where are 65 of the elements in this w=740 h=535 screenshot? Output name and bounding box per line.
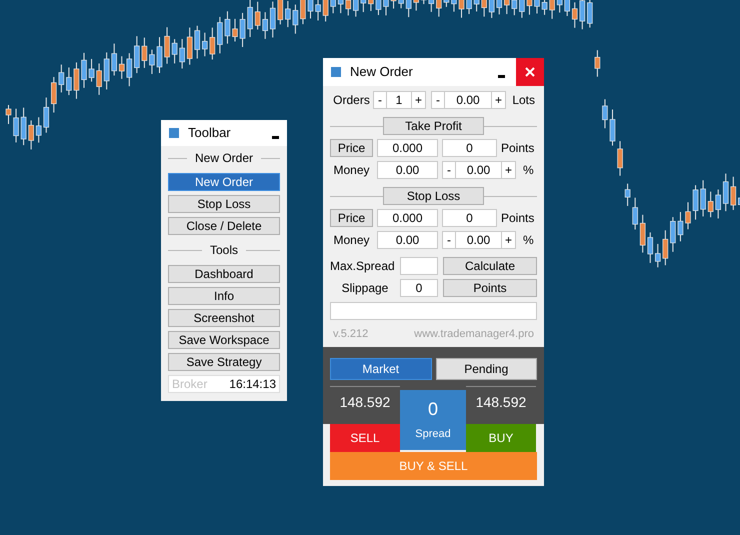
toolbar-button[interactable]: Save Workspace	[168, 331, 280, 349]
sell-button[interactable]: SELL	[330, 424, 400, 452]
money-label: Money	[332, 162, 371, 179]
value-field[interactable]: 0.00	[445, 91, 491, 109]
minimize-icon[interactable]	[272, 136, 279, 138]
money-field[interactable]: 0.00	[377, 231, 438, 249]
plus-button[interactable]: +	[501, 231, 516, 249]
points-label: Points	[501, 210, 534, 227]
value-field[interactable]: 0.00	[456, 161, 501, 179]
max-spread-label: Max.Spread	[330, 258, 396, 275]
price-field[interactable]: 0.000	[377, 209, 438, 227]
slippage-label: Slippage	[340, 280, 390, 297]
points-field[interactable]: 0	[442, 139, 497, 157]
comment-field[interactable]	[330, 302, 537, 320]
orders-label: Orders	[332, 92, 371, 109]
toolbar-button[interactable]: Screenshot	[168, 309, 280, 327]
value-field[interactable]: 0.00	[456, 231, 501, 249]
points-label: Points	[501, 140, 534, 157]
window-title: Toolbar	[188, 124, 231, 142]
plus-button[interactable]: +	[501, 161, 516, 179]
plus-button[interactable]: +	[411, 91, 426, 109]
close-button[interactable]	[516, 58, 544, 86]
time-text: 16:14:13	[229, 376, 276, 393]
toolbar-button[interactable]: Info	[168, 287, 280, 305]
toolbar-button[interactable]: Save Strategy	[168, 353, 280, 371]
mode-tab[interactable]: Pending	[436, 358, 537, 380]
window-title: New Order	[350, 63, 413, 82]
section-heading: New Order	[195, 150, 254, 167]
spread-label: Spread	[415, 426, 451, 442]
value-field[interactable]: 1	[387, 91, 411, 109]
toolbar-button[interactable]: Dashboard	[168, 265, 280, 283]
minus-button[interactable]: -	[373, 91, 387, 109]
toolbar-button[interactable]: Stop Loss	[168, 195, 280, 213]
price-field[interactable]: 0.000	[377, 139, 438, 157]
section-heading: Stop Loss	[383, 187, 484, 205]
lots-label: Lots	[512, 92, 535, 109]
buy-button[interactable]: BUY	[466, 424, 536, 452]
toolbar-button[interactable]: New Order	[168, 173, 280, 191]
percent-label: %	[523, 232, 534, 249]
percent-label: %	[523, 162, 534, 179]
close-icon	[525, 67, 535, 77]
window-icon	[169, 128, 179, 138]
minus-button[interactable]: -	[442, 231, 456, 249]
section-heading: Tools	[210, 242, 238, 259]
toolbar-button[interactable]: Close / Delete	[168, 217, 280, 235]
version-text: v.5.212	[333, 326, 368, 342]
money-label: Money	[332, 232, 371, 249]
slippage-field[interactable]: 0	[400, 279, 438, 297]
bid-price: 148.592	[338, 393, 392, 412]
mode-tab[interactable]: Market	[330, 358, 432, 380]
minus-button[interactable]: -	[431, 91, 445, 109]
points-button[interactable]: Points	[443, 279, 537, 297]
broker-label: Broker	[172, 376, 208, 393]
ask-price: 148.592	[474, 393, 528, 412]
window-icon	[331, 67, 341, 77]
calculate-button[interactable]: Calculate	[443, 257, 537, 275]
points-field[interactable]: 0	[442, 209, 497, 227]
price-button[interactable]: Price	[330, 139, 373, 157]
plus-button[interactable]: +	[491, 91, 506, 109]
max-spread-field[interactable]	[400, 257, 438, 275]
money-field[interactable]: 0.00	[377, 161, 438, 179]
price-button[interactable]: Price	[330, 209, 373, 227]
minus-button[interactable]: -	[442, 161, 456, 179]
spread-value: 0	[428, 398, 438, 420]
section-heading: Take Profit	[383, 117, 484, 135]
